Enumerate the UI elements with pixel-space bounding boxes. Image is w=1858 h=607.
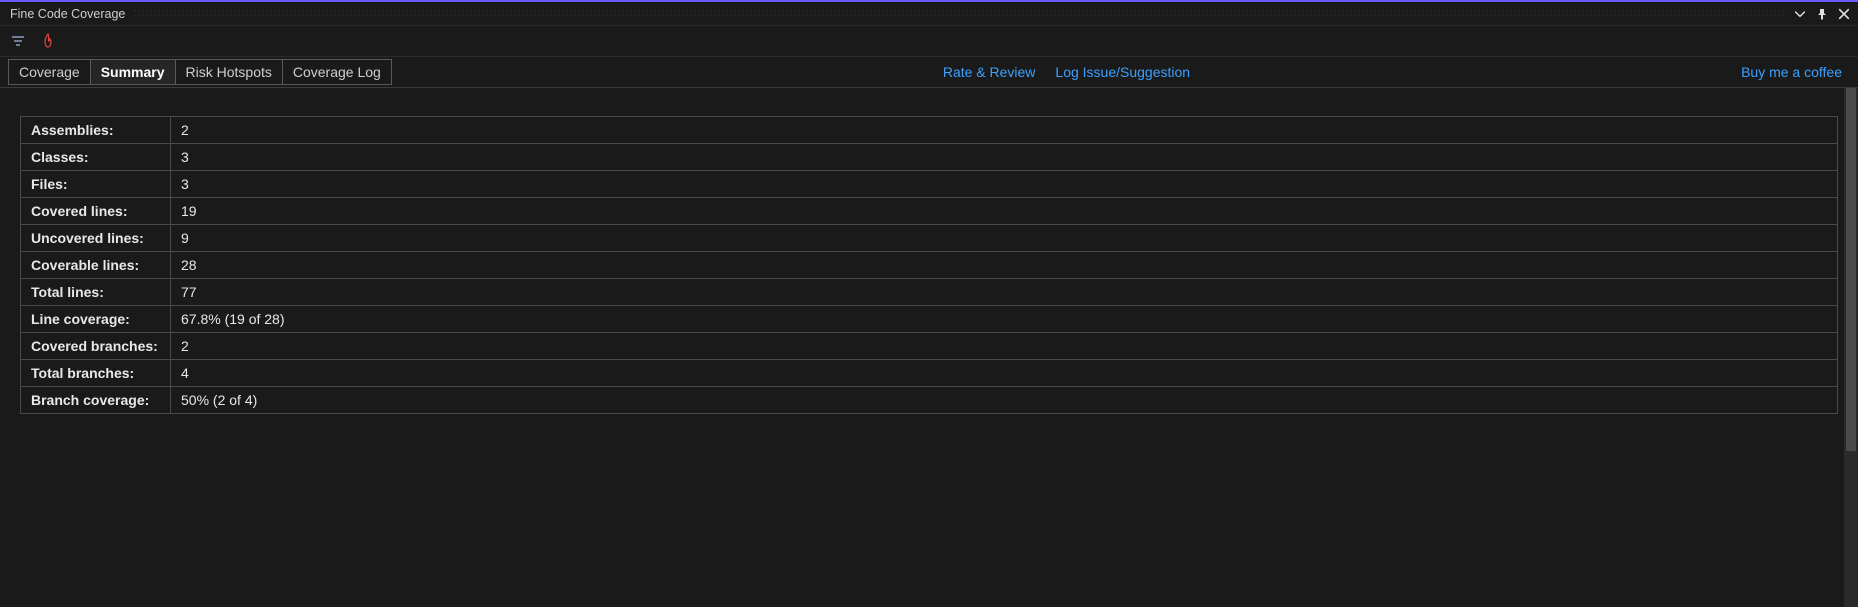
- summary-value: 4: [171, 360, 1838, 387]
- rate-review-link[interactable]: Rate & Review: [943, 64, 1036, 80]
- titlebar-grip[interactable]: [133, 9, 1784, 19]
- summary-value: 50% (2 of 4): [171, 387, 1838, 414]
- toolbar: [0, 26, 1858, 56]
- scrollbar-thumb[interactable]: [1846, 88, 1856, 451]
- summary-value: 77: [171, 279, 1838, 306]
- flame-icon[interactable]: [38, 31, 58, 51]
- summary-value: 9: [171, 225, 1838, 252]
- table-row: Coverable lines: 28: [21, 252, 1838, 279]
- titlebar: Fine Code Coverage: [0, 2, 1858, 26]
- table-row: Total lines: 77: [21, 279, 1838, 306]
- tab-coverage[interactable]: Coverage: [9, 60, 91, 84]
- table-row: Assemblies: 2: [21, 117, 1838, 144]
- summary-label: Coverable lines:: [21, 252, 171, 279]
- tabbar-row: Coverage Summary Risk Hotspots Coverage …: [0, 56, 1858, 88]
- filter-icon[interactable]: [8, 31, 28, 51]
- summary-value: 3: [171, 171, 1838, 198]
- summary-label: Files:: [21, 171, 171, 198]
- content-area: Assemblies: 2 Classes: 3 Files: 3 Covere…: [0, 88, 1858, 607]
- window-controls: [1792, 6, 1852, 22]
- table-row: Branch coverage: 50% (2 of 4): [21, 387, 1838, 414]
- summary-label: Uncovered lines:: [21, 225, 171, 252]
- summary-value: 28: [171, 252, 1838, 279]
- summary-value: 2: [171, 333, 1838, 360]
- summary-label: Branch coverage:: [21, 387, 171, 414]
- table-row: Classes: 3: [21, 144, 1838, 171]
- scrollbar-vertical[interactable]: [1844, 88, 1858, 607]
- table-row: Covered lines: 19: [21, 198, 1838, 225]
- summary-label: Line coverage:: [21, 306, 171, 333]
- tab-coverage-log[interactable]: Coverage Log: [283, 60, 391, 84]
- tab-summary[interactable]: Summary: [91, 60, 176, 84]
- summary-label: Total lines:: [21, 279, 171, 306]
- summary-label: Total branches:: [21, 360, 171, 387]
- table-row: Uncovered lines: 9: [21, 225, 1838, 252]
- buy-coffee-link[interactable]: Buy me a coffee: [1741, 64, 1842, 80]
- window-dropdown-icon[interactable]: [1792, 6, 1808, 22]
- summary-value: 2: [171, 117, 1838, 144]
- summary-label: Covered lines:: [21, 198, 171, 225]
- table-row: Covered branches: 2: [21, 333, 1838, 360]
- close-icon[interactable]: [1836, 6, 1852, 22]
- summary-value: 67.8% (19 of 28): [171, 306, 1838, 333]
- summary-table: Assemblies: 2 Classes: 3 Files: 3 Covere…: [20, 116, 1838, 414]
- pin-icon[interactable]: [1814, 6, 1830, 22]
- summary-value: 3: [171, 144, 1838, 171]
- center-links: Rate & Review Log Issue/Suggestion: [392, 64, 1741, 80]
- table-row: Line coverage: 67.8% (19 of 28): [21, 306, 1838, 333]
- right-links: Buy me a coffee: [1741, 64, 1850, 80]
- summary-label: Classes:: [21, 144, 171, 171]
- table-row: Files: 3: [21, 171, 1838, 198]
- table-row: Total branches: 4: [21, 360, 1838, 387]
- tab-risk-hotspots[interactable]: Risk Hotspots: [176, 60, 283, 84]
- window-title: Fine Code Coverage: [6, 7, 125, 21]
- tabs: Coverage Summary Risk Hotspots Coverage …: [8, 59, 392, 85]
- log-issue-link[interactable]: Log Issue/Suggestion: [1055, 64, 1190, 80]
- summary-label: Covered branches:: [21, 333, 171, 360]
- summary-label: Assemblies:: [21, 117, 171, 144]
- summary-value: 19: [171, 198, 1838, 225]
